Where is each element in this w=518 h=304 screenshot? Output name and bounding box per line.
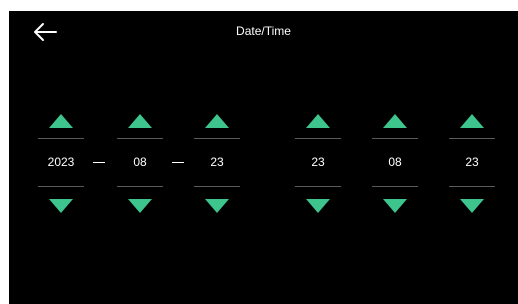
month-decrement-button[interactable] xyxy=(128,199,152,213)
day-spinner: 23 xyxy=(194,111,240,215)
hour-increment-button[interactable] xyxy=(306,114,330,128)
year-value[interactable]: 2023 xyxy=(38,155,84,169)
minute-spinner: 08 xyxy=(372,111,418,215)
hour-spinner: 23 xyxy=(295,111,341,215)
second-decrement-button[interactable] xyxy=(460,199,484,213)
year-decrement-button[interactable] xyxy=(49,199,73,213)
divider xyxy=(194,186,240,187)
divider xyxy=(38,186,84,187)
page-title: Date/Time xyxy=(236,24,291,38)
divider xyxy=(449,138,495,139)
divider xyxy=(117,138,163,139)
minute-decrement-button[interactable] xyxy=(383,199,407,213)
second-increment-button[interactable] xyxy=(460,114,484,128)
divider xyxy=(38,138,84,139)
divider xyxy=(194,138,240,139)
minute-value[interactable]: 08 xyxy=(372,155,418,169)
year-spinner: 2023 xyxy=(38,111,84,215)
hour-value[interactable]: 23 xyxy=(295,155,341,169)
divider xyxy=(372,138,418,139)
second-value[interactable]: 23 xyxy=(449,155,495,169)
hour-decrement-button[interactable] xyxy=(306,199,330,213)
divider xyxy=(295,138,341,139)
month-increment-button[interactable] xyxy=(128,114,152,128)
divider xyxy=(295,186,341,187)
day-decrement-button[interactable] xyxy=(205,199,229,213)
date-separator xyxy=(172,162,184,163)
minute-increment-button[interactable] xyxy=(383,114,407,128)
year-increment-button[interactable] xyxy=(49,114,73,128)
month-value[interactable]: 08 xyxy=(117,155,163,169)
divider xyxy=(117,186,163,187)
day-increment-button[interactable] xyxy=(205,114,229,128)
day-value[interactable]: 23 xyxy=(194,155,240,169)
divider xyxy=(372,186,418,187)
month-spinner: 08 xyxy=(117,111,163,215)
second-spinner: 23 xyxy=(449,111,495,215)
datetime-screen: Date/Time 2023 08 23 23 08 23 xyxy=(9,11,518,304)
date-separator xyxy=(93,162,105,163)
divider xyxy=(449,186,495,187)
